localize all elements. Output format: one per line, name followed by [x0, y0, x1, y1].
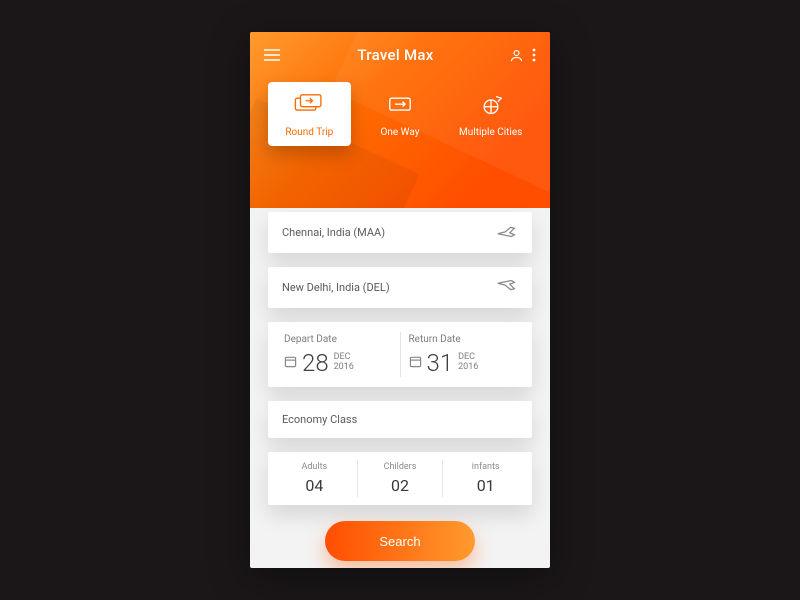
pax-infants-label: infants — [447, 462, 524, 472]
search-button-label: Search — [379, 534, 420, 549]
tab-multi-city[interactable]: Multiple Cities — [449, 82, 532, 146]
pax-adults-label: Adults — [276, 462, 353, 472]
menu-icon[interactable] — [264, 48, 282, 62]
tab-one-way[interactable]: One Way — [359, 82, 442, 146]
tab-label: Multiple Cities — [459, 127, 522, 138]
pax-infants-value: 01 — [447, 476, 524, 495]
pax-children-value: 02 — [362, 476, 439, 495]
to-value: New Delhi, India (DEL) — [282, 281, 390, 294]
tab-round-trip[interactable]: Round Trip — [268, 82, 351, 146]
more-icon[interactable] — [532, 48, 536, 62]
calendar-icon — [284, 355, 297, 371]
cabin-class-value: Economy Class — [282, 413, 357, 426]
return-month-year: DEC 2016 — [458, 353, 478, 373]
to-field[interactable]: New Delhi, India (DEL) — [268, 267, 532, 308]
top-bar: Travel Max — [250, 32, 550, 64]
pax-children[interactable]: Childers 02 — [357, 460, 443, 497]
depart-date[interactable]: Depart Date 28 DEC 2016 — [276, 332, 400, 377]
pax-children-label: Childers — [362, 462, 439, 472]
topbar-right — [509, 48, 536, 63]
tab-label: Round Trip — [285, 127, 333, 138]
plane-arrive-icon — [496, 279, 518, 296]
search-button[interactable]: Search — [325, 521, 475, 561]
return-day: 31 — [427, 351, 454, 375]
globe-plane-icon — [474, 92, 508, 121]
return-label: Return Date — [409, 334, 517, 345]
tab-label: One Way — [381, 127, 420, 138]
from-value: Chennai, India (MAA) — [282, 226, 385, 239]
pax-adults[interactable]: Adults 04 — [272, 460, 357, 497]
profile-icon[interactable] — [509, 48, 524, 63]
pax-infants[interactable]: infants 01 — [442, 460, 528, 497]
dates-field[interactable]: Depart Date 28 DEC 2016 Return Date — [268, 322, 532, 387]
return-date[interactable]: Return Date 31 DEC 2016 — [400, 332, 525, 377]
cabin-class-field[interactable]: Economy Class — [268, 401, 532, 438]
from-field[interactable]: Chennai, India (MAA) — [268, 212, 532, 253]
ticket-oneway-icon — [383, 92, 417, 121]
form-area: Chennai, India (MAA) New Delhi, India (D… — [250, 212, 550, 568]
trip-type-tabs: Round Trip One Way — [250, 64, 550, 146]
depart-label: Depart Date — [284, 334, 392, 345]
plane-depart-icon — [496, 224, 518, 241]
depart-day: 28 — [302, 351, 329, 375]
depart-month-year: DEC 2016 — [334, 353, 354, 373]
app-screen: Travel Max — [250, 32, 550, 568]
hero-section: Travel Max — [250, 32, 550, 208]
app-title: Travel Max — [357, 46, 433, 64]
pax-adults-value: 04 — [276, 476, 353, 495]
ticket-roundtrip-icon — [292, 92, 326, 121]
passengers-field[interactable]: Adults 04 Childers 02 infants 01 — [268, 452, 532, 505]
calendar-icon — [409, 355, 422, 371]
